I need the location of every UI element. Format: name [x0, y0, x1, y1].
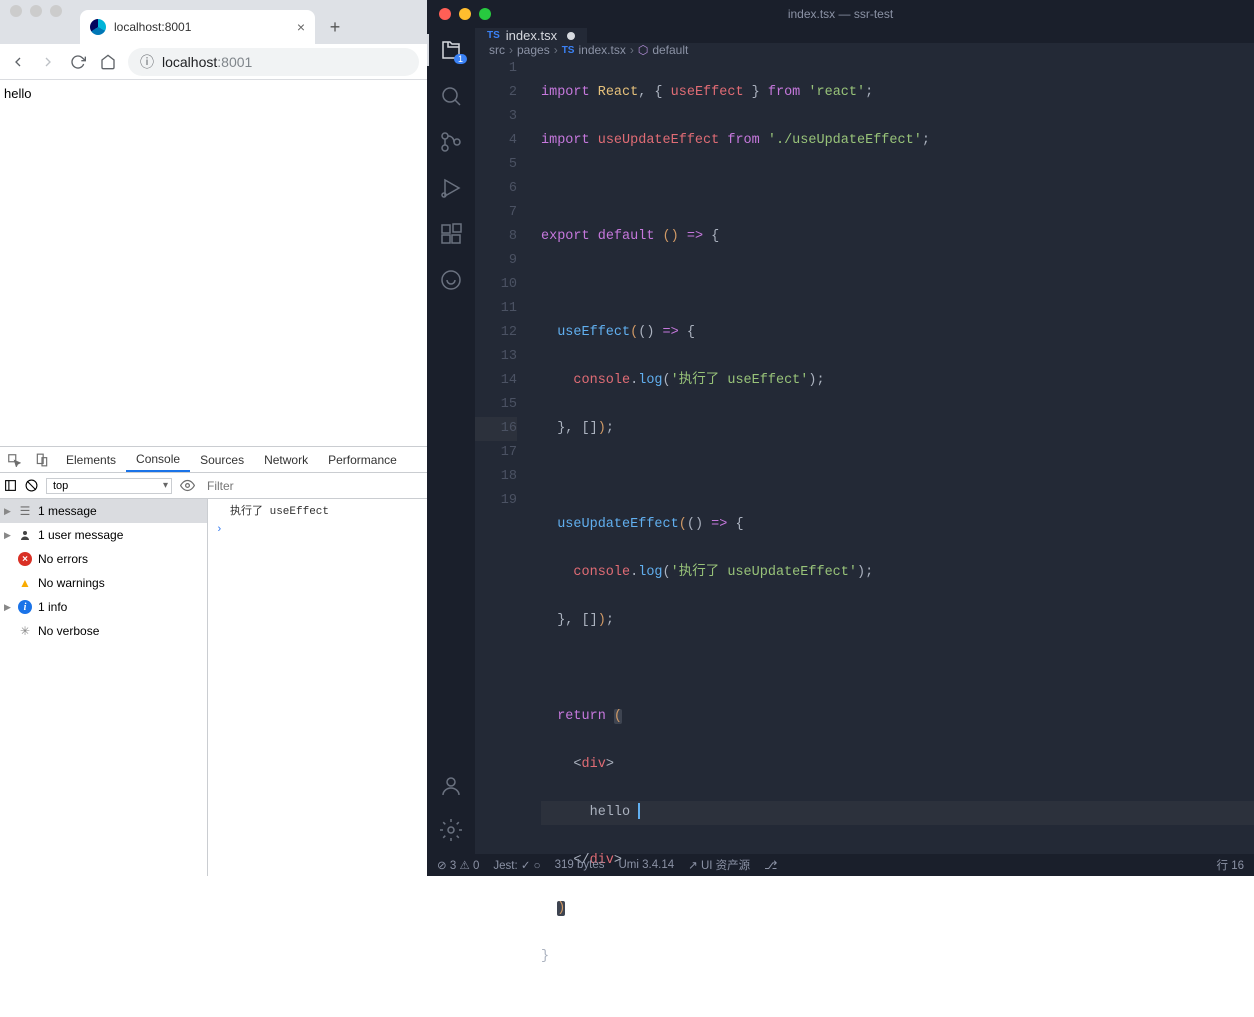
console-sidebar-toggle-icon[interactable]	[4, 479, 17, 492]
window-close-icon[interactable]	[10, 5, 22, 17]
window-close-icon[interactable]	[439, 8, 451, 20]
editor-area: TS index.tsx src› pages› TSindex.tsx› ⬡d…	[475, 28, 1254, 854]
run-debug-icon[interactable]	[439, 176, 463, 200]
vscode-main: 1 TS index.tsx src› pages› TS	[427, 28, 1254, 854]
explorer-badge: 1	[454, 54, 467, 64]
console-sidebar: ▶☰1 message ▶1 user message ×No errors ▲…	[0, 499, 208, 876]
tab-close-icon[interactable]: ×	[297, 19, 305, 35]
back-button[interactable]	[8, 52, 28, 72]
status-problems[interactable]: ⊘ 3 ⚠ 0	[437, 858, 479, 872]
devtools-body: ▶☰1 message ▶1 user message ×No errors ▲…	[0, 499, 427, 876]
console-output: 执行了 useEffect ›	[208, 499, 427, 876]
vscode-title: index.tsx — ssr-test	[788, 7, 893, 21]
window-max-icon[interactable]	[479, 8, 491, 20]
page-content: hello	[0, 80, 427, 107]
message-icon: ☰	[18, 504, 32, 518]
vscode-window: index.tsx — ssr-test 1 TS index.tsx	[427, 0, 1254, 876]
ts-icon: TS	[562, 45, 575, 56]
warning-icon: ▲	[18, 576, 32, 590]
chrome-toolbar: ⓘ localhost:8001	[0, 44, 427, 80]
chrome-tabstrip: localhost:8001 × +	[0, 0, 427, 44]
tab-title: localhost:8001	[114, 20, 289, 34]
editor-tab-index[interactable]: TS index.tsx	[475, 28, 587, 43]
user-icon	[18, 528, 32, 542]
verbose-icon: ✳	[18, 624, 32, 638]
vscode-titlebar: index.tsx — ssr-test	[427, 0, 1254, 28]
clear-console-icon[interactable]	[25, 479, 38, 492]
devtools-tab-elements[interactable]: Elements	[56, 447, 126, 472]
error-icon: ×	[18, 552, 32, 566]
devtools-tab-console[interactable]: Console	[126, 447, 190, 472]
umi-icon[interactable]	[439, 268, 463, 292]
extensions-icon[interactable]	[439, 222, 463, 246]
live-expression-icon[interactable]	[180, 478, 195, 493]
new-tab-button[interactable]: +	[321, 13, 349, 41]
context-select-wrap: top	[46, 478, 172, 494]
account-icon[interactable]	[439, 774, 463, 798]
status-umi[interactable]: Umi 3.4.14	[619, 859, 675, 871]
execution-context-select[interactable]: top	[46, 478, 172, 494]
sidebar-info[interactable]: ▶i1 info	[0, 595, 207, 619]
console-filterbar: top	[0, 473, 427, 499]
url-port: :8001	[217, 54, 252, 70]
address-bar[interactable]: ⓘ localhost:8001	[128, 48, 419, 76]
chrome-traffic-lights	[10, 5, 62, 17]
editor-tab-name: index.tsx	[506, 28, 557, 43]
source-control-icon[interactable]	[439, 130, 463, 154]
home-button[interactable]	[98, 52, 118, 72]
info-icon: i	[18, 600, 32, 614]
sidebar-warnings[interactable]: ▲No warnings	[0, 571, 207, 595]
devtools-panel: Elements Console Sources Network Perform…	[0, 446, 427, 876]
unsaved-dot-icon	[567, 32, 575, 40]
vscode-traffic-lights	[439, 8, 491, 20]
status-line-col[interactable]: 行 16	[1217, 857, 1245, 873]
status-jest[interactable]: Jest: ✓ ○	[493, 858, 540, 872]
activity-bar: 1	[427, 28, 475, 854]
status-git[interactable]: ⎇	[764, 858, 777, 872]
status-filesize[interactable]: 319 bytes	[555, 859, 605, 871]
sidebar-errors[interactable]: ×No errors	[0, 547, 207, 571]
sidebar-messages[interactable]: ▶☰1 message	[0, 499, 207, 523]
console-prompt-line[interactable]: ›	[208, 521, 427, 539]
url-host: localhost	[162, 54, 217, 70]
device-toggle-icon[interactable]	[28, 453, 56, 467]
forward-button[interactable]	[38, 52, 58, 72]
site-info-icon[interactable]: ⓘ	[140, 52, 154, 72]
window-min-icon[interactable]	[30, 5, 42, 17]
browser-tab[interactable]: localhost:8001 ×	[80, 10, 315, 44]
window-max-icon[interactable]	[50, 5, 62, 17]
breadcrumb[interactable]: src› pages› TSindex.tsx› ⬡default	[475, 43, 1254, 57]
ts-icon: TS	[487, 30, 500, 41]
console-filter-input[interactable]	[203, 477, 343, 495]
devtools-tab-sources[interactable]: Sources	[190, 447, 254, 472]
reload-button[interactable]	[68, 52, 88, 72]
sidebar-user-messages[interactable]: ▶1 user message	[0, 523, 207, 547]
line-gutter: 12345678910111213141516171819	[475, 57, 535, 1017]
code-content[interactable]: import React, { useEffect } from 'react'…	[535, 57, 1254, 1017]
tab-favicon-icon	[90, 19, 106, 35]
status-ui-assets[interactable]: ↗ UI 资产源	[688, 857, 750, 873]
sidebar-verbose[interactable]: ✳No verbose	[0, 619, 207, 643]
symbol-icon: ⬡	[638, 43, 648, 57]
settings-gear-icon[interactable]	[439, 818, 463, 842]
editor-tabbar: TS index.tsx	[475, 28, 1254, 43]
console-message: 执行了 useEffect	[208, 499, 427, 521]
devtools-tab-network[interactable]: Network	[254, 447, 318, 472]
devtools-tabbar: Elements Console Sources Network Perform…	[0, 447, 427, 473]
explorer-icon[interactable]: 1	[439, 38, 463, 62]
code-editor[interactable]: 12345678910111213141516171819 import Rea…	[475, 57, 1254, 1017]
devtools-tab-performance[interactable]: Performance	[318, 447, 407, 472]
inspect-element-icon[interactable]	[0, 453, 28, 467]
search-icon[interactable]	[439, 84, 463, 108]
chevron-right-icon: ›	[216, 524, 223, 536]
window-min-icon[interactable]	[459, 8, 471, 20]
